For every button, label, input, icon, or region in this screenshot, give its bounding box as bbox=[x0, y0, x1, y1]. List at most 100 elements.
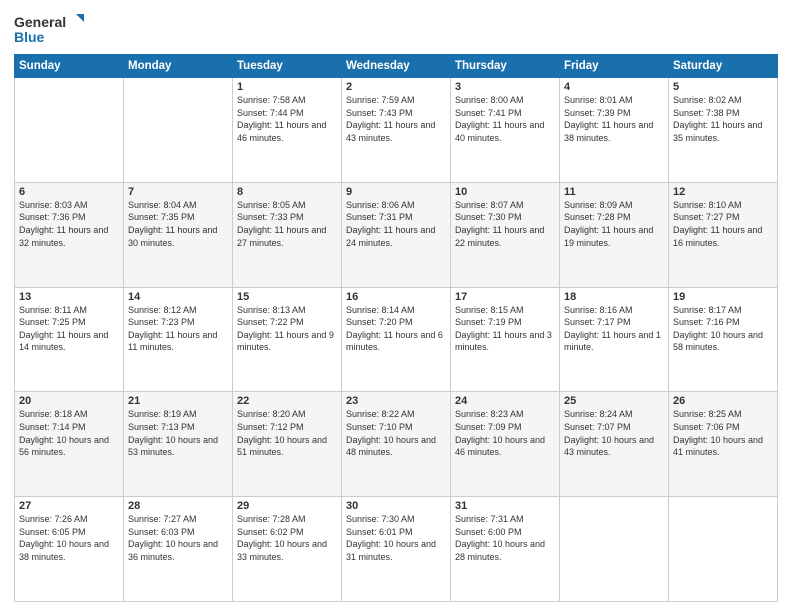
calendar-cell: 19Sunrise: 8:17 AMSunset: 7:16 PMDayligh… bbox=[669, 287, 778, 392]
calendar-cell: 5Sunrise: 8:02 AMSunset: 7:38 PMDaylight… bbox=[669, 78, 778, 183]
top-section: General Blue bbox=[14, 12, 778, 48]
calendar-cell: 30Sunrise: 7:30 AMSunset: 6:01 PMDayligh… bbox=[342, 497, 451, 602]
calendar-cell bbox=[124, 78, 233, 183]
day-info: Sunrise: 8:00 AMSunset: 7:41 PMDaylight:… bbox=[455, 94, 555, 144]
day-number: 5 bbox=[673, 81, 773, 93]
calendar-cell bbox=[560, 497, 669, 602]
calendar-week-row: 1Sunrise: 7:58 AMSunset: 7:44 PMDaylight… bbox=[15, 78, 778, 183]
day-number: 19 bbox=[673, 291, 773, 303]
weekday-header-wednesday: Wednesday bbox=[342, 55, 451, 78]
day-number: 7 bbox=[128, 186, 228, 198]
svg-text:Blue: Blue bbox=[14, 29, 45, 45]
page: General Blue SundayMondayTuesdayWednesda… bbox=[0, 0, 792, 612]
day-info: Sunrise: 8:23 AMSunset: 7:09 PMDaylight:… bbox=[455, 408, 555, 458]
day-number: 11 bbox=[564, 186, 664, 198]
day-info: Sunrise: 7:28 AMSunset: 6:02 PMDaylight:… bbox=[237, 513, 337, 563]
logo-svg: General Blue bbox=[14, 12, 84, 48]
day-number: 16 bbox=[346, 291, 446, 303]
day-number: 13 bbox=[19, 291, 119, 303]
day-number: 26 bbox=[673, 395, 773, 407]
calendar-cell: 11Sunrise: 8:09 AMSunset: 7:28 PMDayligh… bbox=[560, 182, 669, 287]
day-info: Sunrise: 8:22 AMSunset: 7:10 PMDaylight:… bbox=[346, 408, 446, 458]
day-number: 1 bbox=[237, 81, 337, 93]
day-number: 24 bbox=[455, 395, 555, 407]
day-info: Sunrise: 7:59 AMSunset: 7:43 PMDaylight:… bbox=[346, 94, 446, 144]
day-number: 3 bbox=[455, 81, 555, 93]
calendar-cell: 1Sunrise: 7:58 AMSunset: 7:44 PMDaylight… bbox=[233, 78, 342, 183]
day-number: 30 bbox=[346, 500, 446, 512]
calendar-cell: 18Sunrise: 8:16 AMSunset: 7:17 PMDayligh… bbox=[560, 287, 669, 392]
weekday-header-thursday: Thursday bbox=[451, 55, 560, 78]
calendar-week-row: 6Sunrise: 8:03 AMSunset: 7:36 PMDaylight… bbox=[15, 182, 778, 287]
day-number: 6 bbox=[19, 186, 119, 198]
day-number: 20 bbox=[19, 395, 119, 407]
day-number: 9 bbox=[346, 186, 446, 198]
calendar-cell: 21Sunrise: 8:19 AMSunset: 7:13 PMDayligh… bbox=[124, 392, 233, 497]
calendar-cell: 16Sunrise: 8:14 AMSunset: 7:20 PMDayligh… bbox=[342, 287, 451, 392]
day-number: 8 bbox=[237, 186, 337, 198]
calendar-cell: 31Sunrise: 7:31 AMSunset: 6:00 PMDayligh… bbox=[451, 497, 560, 602]
weekday-header-row: SundayMondayTuesdayWednesdayThursdayFrid… bbox=[15, 55, 778, 78]
day-info: Sunrise: 8:10 AMSunset: 7:27 PMDaylight:… bbox=[673, 199, 773, 249]
calendar-week-row: 20Sunrise: 8:18 AMSunset: 7:14 PMDayligh… bbox=[15, 392, 778, 497]
calendar-week-row: 13Sunrise: 8:11 AMSunset: 7:25 PMDayligh… bbox=[15, 287, 778, 392]
day-number: 28 bbox=[128, 500, 228, 512]
calendar-cell: 3Sunrise: 8:00 AMSunset: 7:41 PMDaylight… bbox=[451, 78, 560, 183]
day-number: 21 bbox=[128, 395, 228, 407]
day-number: 25 bbox=[564, 395, 664, 407]
calendar-cell: 20Sunrise: 8:18 AMSunset: 7:14 PMDayligh… bbox=[15, 392, 124, 497]
day-number: 12 bbox=[673, 186, 773, 198]
calendar-cell: 4Sunrise: 8:01 AMSunset: 7:39 PMDaylight… bbox=[560, 78, 669, 183]
weekday-header-tuesday: Tuesday bbox=[233, 55, 342, 78]
calendar-cell: 23Sunrise: 8:22 AMSunset: 7:10 PMDayligh… bbox=[342, 392, 451, 497]
day-info: Sunrise: 8:24 AMSunset: 7:07 PMDaylight:… bbox=[564, 408, 664, 458]
day-number: 15 bbox=[237, 291, 337, 303]
calendar-cell bbox=[669, 497, 778, 602]
day-info: Sunrise: 8:18 AMSunset: 7:14 PMDaylight:… bbox=[19, 408, 119, 458]
calendar-cell: 27Sunrise: 7:26 AMSunset: 6:05 PMDayligh… bbox=[15, 497, 124, 602]
day-info: Sunrise: 8:07 AMSunset: 7:30 PMDaylight:… bbox=[455, 199, 555, 249]
day-info: Sunrise: 8:06 AMSunset: 7:31 PMDaylight:… bbox=[346, 199, 446, 249]
day-number: 2 bbox=[346, 81, 446, 93]
day-number: 4 bbox=[564, 81, 664, 93]
calendar-cell: 14Sunrise: 8:12 AMSunset: 7:23 PMDayligh… bbox=[124, 287, 233, 392]
calendar-cell: 26Sunrise: 8:25 AMSunset: 7:06 PMDayligh… bbox=[669, 392, 778, 497]
day-info: Sunrise: 7:27 AMSunset: 6:03 PMDaylight:… bbox=[128, 513, 228, 563]
calendar-cell: 29Sunrise: 7:28 AMSunset: 6:02 PMDayligh… bbox=[233, 497, 342, 602]
day-info: Sunrise: 8:01 AMSunset: 7:39 PMDaylight:… bbox=[564, 94, 664, 144]
calendar-cell: 8Sunrise: 8:05 AMSunset: 7:33 PMDaylight… bbox=[233, 182, 342, 287]
day-info: Sunrise: 8:05 AMSunset: 7:33 PMDaylight:… bbox=[237, 199, 337, 249]
day-number: 27 bbox=[19, 500, 119, 512]
day-info: Sunrise: 8:12 AMSunset: 7:23 PMDaylight:… bbox=[128, 304, 228, 354]
day-info: Sunrise: 8:20 AMSunset: 7:12 PMDaylight:… bbox=[237, 408, 337, 458]
day-info: Sunrise: 8:25 AMSunset: 7:06 PMDaylight:… bbox=[673, 408, 773, 458]
day-number: 31 bbox=[455, 500, 555, 512]
day-number: 29 bbox=[237, 500, 337, 512]
day-info: Sunrise: 8:16 AMSunset: 7:17 PMDaylight:… bbox=[564, 304, 664, 354]
calendar-week-row: 27Sunrise: 7:26 AMSunset: 6:05 PMDayligh… bbox=[15, 497, 778, 602]
calendar-cell: 10Sunrise: 8:07 AMSunset: 7:30 PMDayligh… bbox=[451, 182, 560, 287]
calendar-cell: 6Sunrise: 8:03 AMSunset: 7:36 PMDaylight… bbox=[15, 182, 124, 287]
logo: General Blue bbox=[14, 12, 84, 48]
day-number: 18 bbox=[564, 291, 664, 303]
calendar-cell: 15Sunrise: 8:13 AMSunset: 7:22 PMDayligh… bbox=[233, 287, 342, 392]
day-info: Sunrise: 8:03 AMSunset: 7:36 PMDaylight:… bbox=[19, 199, 119, 249]
svg-text:General: General bbox=[14, 14, 66, 30]
day-info: Sunrise: 8:04 AMSunset: 7:35 PMDaylight:… bbox=[128, 199, 228, 249]
calendar-cell bbox=[15, 78, 124, 183]
day-number: 23 bbox=[346, 395, 446, 407]
day-info: Sunrise: 8:13 AMSunset: 7:22 PMDaylight:… bbox=[237, 304, 337, 354]
day-info: Sunrise: 8:09 AMSunset: 7:28 PMDaylight:… bbox=[564, 199, 664, 249]
calendar-cell: 25Sunrise: 8:24 AMSunset: 7:07 PMDayligh… bbox=[560, 392, 669, 497]
calendar-cell: 7Sunrise: 8:04 AMSunset: 7:35 PMDaylight… bbox=[124, 182, 233, 287]
day-info: Sunrise: 7:58 AMSunset: 7:44 PMDaylight:… bbox=[237, 94, 337, 144]
day-info: Sunrise: 7:26 AMSunset: 6:05 PMDaylight:… bbox=[19, 513, 119, 563]
weekday-header-monday: Monday bbox=[124, 55, 233, 78]
calendar-cell: 13Sunrise: 8:11 AMSunset: 7:25 PMDayligh… bbox=[15, 287, 124, 392]
calendar-table: SundayMondayTuesdayWednesdayThursdayFrid… bbox=[14, 54, 778, 602]
calendar-cell: 2Sunrise: 7:59 AMSunset: 7:43 PMDaylight… bbox=[342, 78, 451, 183]
calendar-cell: 9Sunrise: 8:06 AMSunset: 7:31 PMDaylight… bbox=[342, 182, 451, 287]
calendar-cell: 28Sunrise: 7:27 AMSunset: 6:03 PMDayligh… bbox=[124, 497, 233, 602]
calendar-cell: 24Sunrise: 8:23 AMSunset: 7:09 PMDayligh… bbox=[451, 392, 560, 497]
day-info: Sunrise: 7:31 AMSunset: 6:00 PMDaylight:… bbox=[455, 513, 555, 563]
